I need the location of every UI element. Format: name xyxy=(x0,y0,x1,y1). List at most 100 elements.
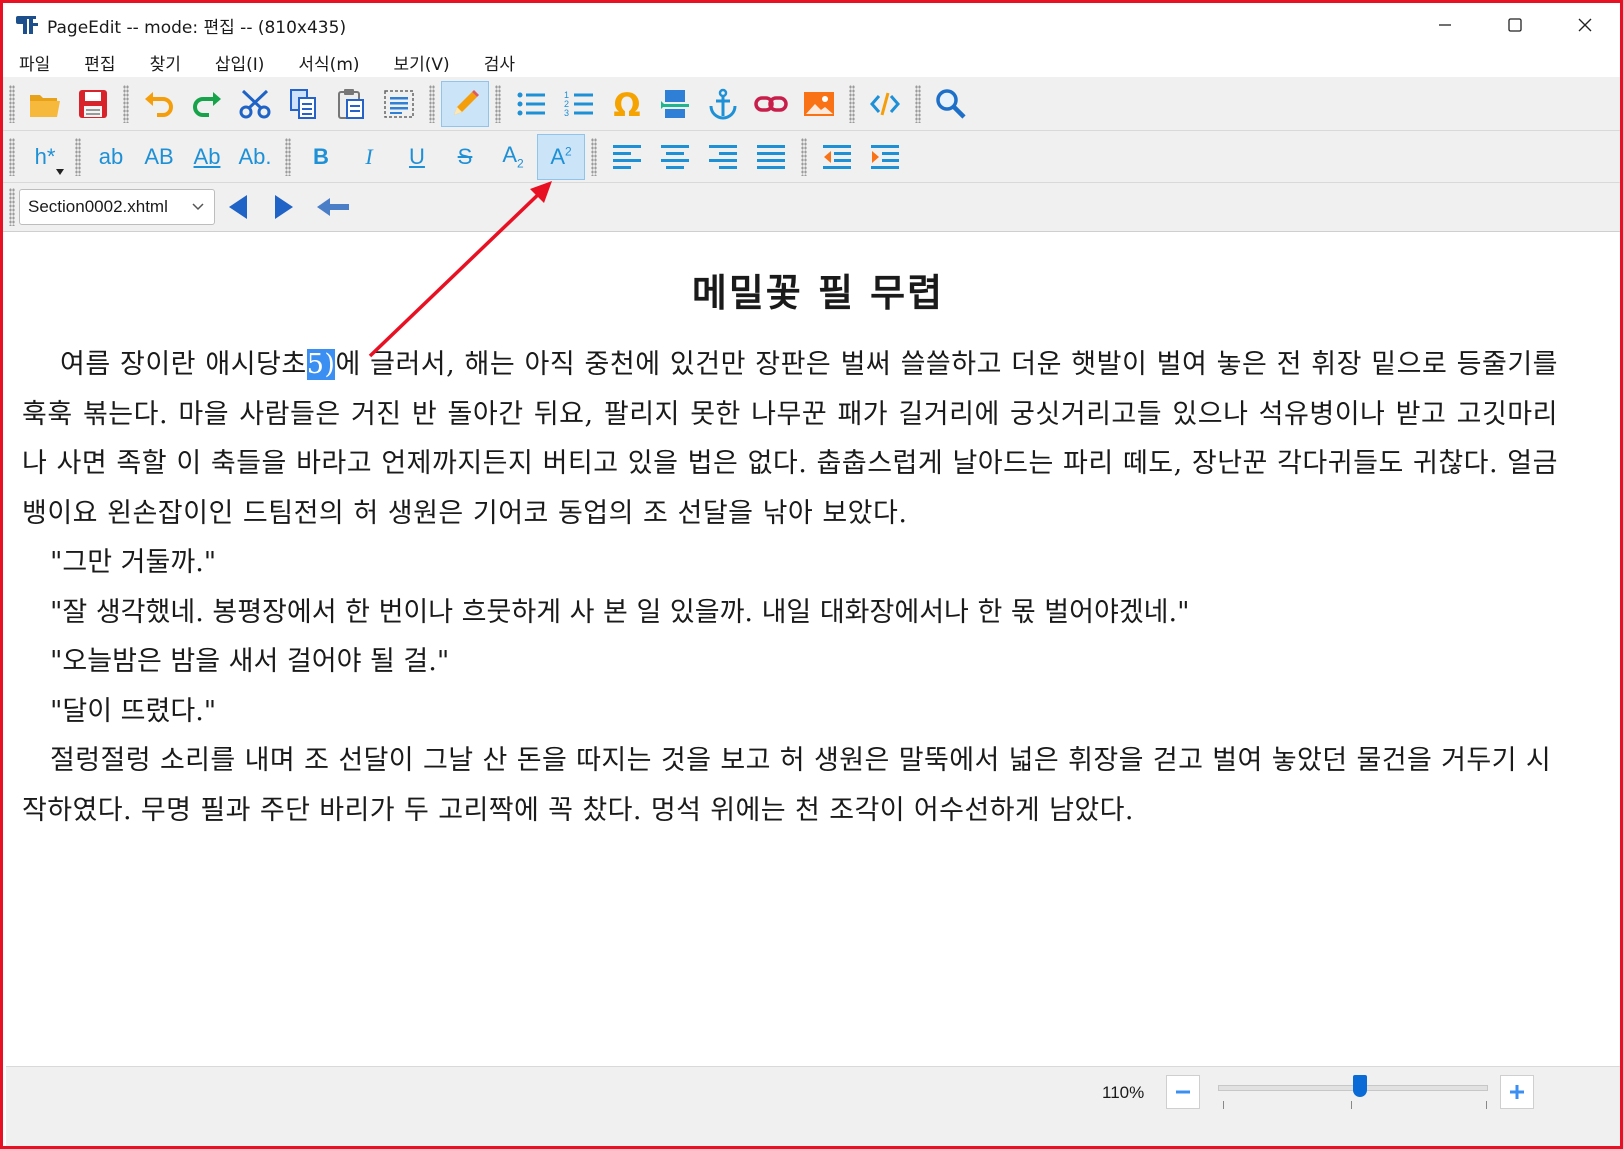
insert-image-icon xyxy=(804,91,834,116)
cut-button[interactable] xyxy=(231,81,279,127)
subscript-button[interactable]: A2 xyxy=(489,134,537,180)
align-left-button[interactable] xyxy=(603,134,651,180)
toolbar-grip[interactable] xyxy=(75,137,81,176)
menu-check[interactable]: 검사 xyxy=(484,50,531,75)
plus-icon xyxy=(1510,1085,1524,1099)
select-all-button[interactable] xyxy=(375,81,423,127)
save-icon xyxy=(79,89,107,118)
document-body[interactable]: 여름 장이란 애시당초5)에 글러서, 해는 아직 중천에 있건만 장판은 벌써… xyxy=(22,340,1558,835)
maximize-button[interactable] xyxy=(1480,3,1550,47)
numbered-list-button[interactable]: 123 xyxy=(555,81,603,127)
open-button[interactable] xyxy=(21,81,69,127)
outdent-button[interactable] xyxy=(813,134,861,180)
zoom-out-button[interactable] xyxy=(1166,1075,1200,1109)
minimize-button[interactable] xyxy=(1410,3,1480,47)
underline-icon: U xyxy=(409,143,425,169)
superscript-icon: A2 xyxy=(550,144,571,170)
toolbar-grip[interactable] xyxy=(123,84,129,123)
menu-insert[interactable]: 삽입(I) xyxy=(215,50,281,75)
menu-format[interactable]: 서식(m) xyxy=(298,50,375,75)
toolbar-grip[interactable] xyxy=(429,84,435,123)
menu-file[interactable]: 파일 xyxy=(19,50,66,75)
zoom-slider-thumb[interactable] xyxy=(1353,1075,1368,1097)
svg-text:Ω: Ω xyxy=(613,88,640,120)
indent-icon xyxy=(871,144,899,169)
paste-button[interactable] xyxy=(327,81,375,127)
cut-icon xyxy=(239,89,271,118)
document-view[interactable]: 메밀꽃 필 무렵 여름 장이란 애시당초5)에 글러서, 해는 아직 중천에 있… xyxy=(6,232,1620,1066)
previous-file-button[interactable] xyxy=(215,184,261,230)
heading-button[interactable]: h* xyxy=(21,134,69,180)
edit-mode-button[interactable] xyxy=(441,80,489,127)
lowercase-button[interactable]: ab xyxy=(87,134,135,180)
omega-special-char-icon: Ω xyxy=(613,88,640,120)
maximize-icon xyxy=(1508,18,1522,32)
open-folder-icon xyxy=(30,94,60,117)
indent-button[interactable] xyxy=(861,134,909,180)
toolbar-grip[interactable] xyxy=(285,137,291,176)
toolbar-grip[interactable] xyxy=(495,84,501,123)
search-button[interactable] xyxy=(927,81,975,127)
uppercase-button[interactable]: AB xyxy=(135,134,183,180)
selected-text[interactable]: 5) xyxy=(306,349,336,380)
toolbar-grip[interactable] xyxy=(9,84,15,123)
menu-view[interactable]: 보기(V) xyxy=(394,50,466,75)
zoom-tick xyxy=(1351,1101,1352,1109)
bullet-list-button[interactable] xyxy=(507,81,555,127)
toolbar-grip[interactable] xyxy=(9,137,15,176)
superscript-base: A xyxy=(550,143,565,169)
sentencecase-button[interactable]: Ab. xyxy=(231,134,279,180)
subscript-digit: 2 xyxy=(517,156,524,171)
undo-button[interactable] xyxy=(135,81,183,127)
file-select-value: Section0002.xhtml xyxy=(28,197,168,216)
code-view-button[interactable] xyxy=(861,81,909,127)
dialogue-line-2: "잘 생각했네. 봉평장에서 한 번이나 흐뭇하게 사 본 일 있을까. 내일 … xyxy=(50,596,1190,628)
dropdown-arrow-icon xyxy=(56,168,64,175)
titlecase-button[interactable]: Ab xyxy=(183,134,231,180)
numbered-list-icon: 123 xyxy=(564,90,593,118)
redo-button[interactable] xyxy=(183,81,231,127)
toolbar-grip[interactable] xyxy=(915,84,921,123)
zoom-tick xyxy=(1486,1101,1487,1109)
anchor-button[interactable] xyxy=(699,81,747,127)
menu-bar: 파일 편집 찾기 삽입(I) 서식(m) 보기(V) 검사 xyxy=(3,47,1620,77)
subscript-icon: A2 xyxy=(502,142,523,170)
zoom-in-button[interactable] xyxy=(1500,1075,1534,1109)
insert-image-button[interactable] xyxy=(795,81,843,127)
close-button[interactable] xyxy=(1550,3,1620,47)
superscript-button[interactable]: A2 xyxy=(537,133,585,180)
dialogue-line-3: "오늘밤은 밤을 새서 걸어야 될 걸." xyxy=(50,646,450,677)
lowercase-label: ab xyxy=(98,143,124,169)
toolbar-grip[interactable] xyxy=(849,84,855,123)
toolbar-grip[interactable] xyxy=(801,137,807,176)
align-right-button[interactable] xyxy=(699,134,747,180)
align-center-button[interactable] xyxy=(651,134,699,180)
titlecase-label: Ab xyxy=(193,143,221,169)
app-logo-icon xyxy=(15,13,39,37)
menu-edit[interactable]: 편집 xyxy=(84,50,131,75)
menu-find[interactable]: 찾기 xyxy=(150,50,197,75)
sentencecase-label: Ab. xyxy=(238,143,272,169)
title-bar[interactable]: PageEdit -- mode: 편집 -- (810x435) xyxy=(3,3,1620,47)
toolbar-grip[interactable] xyxy=(9,188,15,226)
special-char-button[interactable]: Ω xyxy=(603,81,651,127)
toolbar-grip[interactable] xyxy=(591,137,597,176)
copy-button[interactable] xyxy=(279,81,327,127)
back-button[interactable] xyxy=(307,184,359,230)
strikethrough-icon: S xyxy=(457,143,473,169)
bold-button[interactable]: B xyxy=(297,134,345,180)
save-button[interactable] xyxy=(69,81,117,127)
copy-icon xyxy=(290,88,316,119)
underline-button[interactable]: U xyxy=(393,134,441,180)
zoom-tick xyxy=(1223,1101,1224,1109)
file-select-dropdown[interactable]: Section0002.xhtml xyxy=(19,189,215,225)
link-button[interactable] xyxy=(747,81,795,127)
strikethrough-button[interactable]: S xyxy=(441,134,489,180)
align-justify-button[interactable] xyxy=(747,134,795,180)
align-justify-icon xyxy=(757,144,785,169)
svg-text:3: 3 xyxy=(564,108,569,118)
italic-button[interactable]: I xyxy=(345,134,393,180)
next-file-button[interactable] xyxy=(261,184,307,230)
app-window: PageEdit -- mode: 편집 -- (810x435) 파일 편집 … xyxy=(0,0,1623,1149)
insert-file-button[interactable] xyxy=(651,81,699,127)
